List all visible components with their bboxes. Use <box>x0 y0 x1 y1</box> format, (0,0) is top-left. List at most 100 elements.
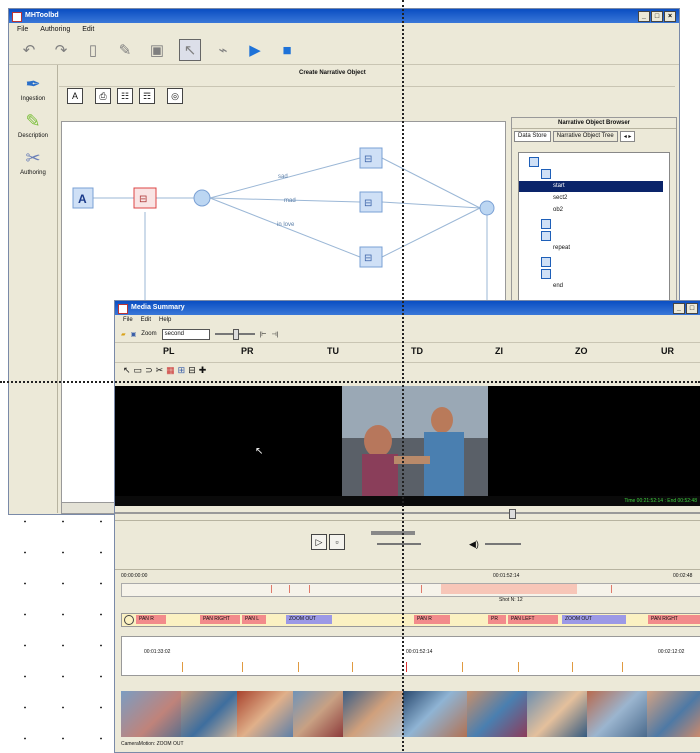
thumbnail-frame[interactable] <box>587 691 647 737</box>
shape-tool-icon[interactable]: ⊃ <box>145 365 153 376</box>
camera-segment[interactable]: PAN R <box>136 615 166 624</box>
mode-ingestion[interactable]: ✒ Ingestion <box>9 73 57 102</box>
zoom-slider-thumb[interactable] <box>232 329 239 340</box>
camera-segment[interactable]: PAN RIGHT <box>200 615 240 624</box>
end-node[interactable] <box>479 200 495 216</box>
video-player[interactable]: ↖ <box>115 386 700 496</box>
branch-node[interactable] <box>193 189 211 207</box>
zoom-out-icon[interactable]: ⊣| <box>271 331 278 338</box>
add-text-object-button[interactable]: A <box>67 88 83 104</box>
app-icon <box>118 304 128 314</box>
pen-icon: ✒ <box>25 74 41 94</box>
redo-icon[interactable]: ↷ <box>51 40 71 60</box>
shot-track[interactable]: 00:01:33:02 00:01:52:14 00:02:12:02 <box>121 636 700 676</box>
shot-marker <box>182 662 183 672</box>
time-ruler[interactable]: 00:00:00:00 00:01:52:14 00:02:48 Shot N:… <box>121 573 700 603</box>
camera-segment[interactable]: PAN R <box>414 615 450 624</box>
add-loop-object-button[interactable]: ◎ <box>167 88 183 104</box>
video-frame <box>342 386 488 496</box>
menu-file[interactable]: File <box>123 315 133 326</box>
select-tool-icon[interactable]: ↖ <box>123 365 131 376</box>
close-button[interactable]: × <box>664 11 676 22</box>
balance-slider[interactable] <box>377 543 421 545</box>
camera-segment[interactable]: ZOOM OUT <box>286 615 332 624</box>
ruler-marker <box>309 585 310 593</box>
ruler-marker <box>289 585 290 593</box>
thumbnail-frame[interactable] <box>237 691 293 737</box>
graph-edge <box>381 201 481 209</box>
tree-item-sect2[interactable]: sect2 <box>519 193 663 204</box>
layout-tool-icon[interactable]: ⊟ <box>188 365 196 376</box>
add-group-object-button[interactable]: ☶ <box>139 88 155 104</box>
stop-button[interactable]: ▫ <box>329 534 345 550</box>
save-icon[interactable]: ▣ <box>131 331 137 338</box>
tab-narrative-object-tree[interactable]: Narrative Object Tree <box>552 131 618 142</box>
camera-segment[interactable]: PAN RIGHT <box>648 615 700 624</box>
thumbnail-frame[interactable] <box>121 691 181 737</box>
menu-file[interactable]: File <box>17 23 28 36</box>
clip-icon: ⊟ <box>139 194 147 205</box>
zoom-in-icon[interactable]: |⊢ <box>260 331 267 338</box>
tree-item-end[interactable]: end <box>519 281 663 292</box>
add-clip-object-button[interactable]: ⎙ <box>95 88 111 104</box>
zoom-slider[interactable] <box>214 329 255 340</box>
stop-icon[interactable]: ■ <box>277 40 297 60</box>
camera-segment[interactable]: PAN LEFT <box>508 615 558 624</box>
minimize-button[interactable]: _ <box>673 303 685 314</box>
tree-node-icon <box>541 219 551 229</box>
zoom-select[interactable]: second <box>161 328 210 340</box>
main-titlebar: MHToolbd _ □ × <box>9 9 679 23</box>
media-titlebar: Media Summary _ □ <box>115 301 700 315</box>
add-sequence-object-button[interactable]: ☷ <box>117 88 133 104</box>
grid-tool-icon[interactable]: ⊞ <box>178 365 186 376</box>
maximize-button[interactable]: □ <box>651 11 663 22</box>
thumbnail-frame[interactable] <box>403 691 467 737</box>
menu-help[interactable]: Help <box>159 315 171 326</box>
thumbnail-frame[interactable] <box>647 691 700 737</box>
undo-icon[interactable]: ↶ <box>19 40 39 60</box>
thumbnail-frame[interactable] <box>467 691 527 737</box>
video-progress-bar[interactable] <box>115 509 700 519</box>
tree-item-start[interactable]: start <box>519 181 663 192</box>
thumbnail-frame[interactable] <box>343 691 403 737</box>
camera-segment[interactable]: ZOOM OUT <box>562 615 626 624</box>
minimize-button[interactable]: _ <box>638 11 650 22</box>
shot-mid-time: 00:01:52:14 <box>406 649 433 655</box>
camera-segment[interactable]: PAN L <box>242 615 266 624</box>
camera-motion-track[interactable]: PAN R PAN RIGHT PAN L ZOOM OUT PAN R PR … <box>121 613 700 627</box>
tree-item-repeat[interactable]: repeat <box>519 243 663 254</box>
rectangle-tool-icon[interactable]: ▭ <box>134 365 143 376</box>
tree-item-ob2[interactable]: ob2 <box>519 205 663 216</box>
shot-left-time: 00:01:33:02 <box>144 649 171 655</box>
maximize-button[interactable]: □ <box>686 303 698 314</box>
track-toggle-icon[interactable] <box>124 615 134 625</box>
link-icon[interactable]: ⌁ <box>213 40 233 60</box>
camera-segment[interactable]: PR <box>488 615 506 624</box>
play-button[interactable]: ▷ <box>311 534 327 550</box>
thumbnail-frame[interactable] <box>293 691 343 737</box>
pencil-icon[interactable]: ✎ <box>115 40 135 60</box>
mode-description[interactable]: ✎ Description <box>9 110 57 139</box>
thumbnail-strip[interactable] <box>121 691 700 737</box>
cut-tool-icon[interactable]: ✂ <box>156 365 164 376</box>
menu-edit[interactable]: Edit <box>141 315 151 326</box>
move-tool-icon[interactable]: ✚ <box>199 365 207 376</box>
new-document-icon[interactable]: ▯ <box>83 40 103 60</box>
open-folder-icon[interactable]: ▰ <box>121 331 126 338</box>
thumbnail-frame[interactable] <box>181 691 237 737</box>
tab-data-store[interactable]: Data Store <box>514 131 551 142</box>
tab-scroll-arrows[interactable]: ◂ ▸ <box>619 131 636 142</box>
pointer-icon[interactable]: ↖ <box>179 39 201 61</box>
volume-slider[interactable] <box>485 543 521 545</box>
color-tool-icon[interactable]: ▦ <box>166 365 175 376</box>
progress-thumb[interactable] <box>509 509 516 519</box>
play-icon[interactable]: ▶ <box>245 40 265 60</box>
playhead-marker[interactable] <box>406 662 407 672</box>
save-icon[interactable]: ▣ <box>147 40 167 60</box>
thumbnail-frame[interactable] <box>527 691 587 737</box>
menu-edit[interactable]: Edit <box>82 23 94 36</box>
shot-type-pl: PL <box>163 346 175 356</box>
volume-meter <box>371 531 415 535</box>
mode-authoring[interactable]: ✂ Authoring <box>9 147 57 176</box>
menu-authoring[interactable]: Authoring <box>40 23 70 36</box>
